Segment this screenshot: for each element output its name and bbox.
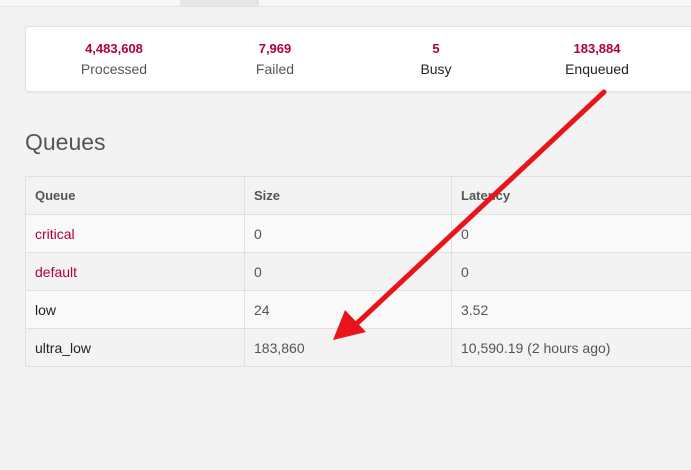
table-row: low 24 3.52	[25, 290, 691, 329]
queue-link-low[interactable]: low	[35, 302, 56, 318]
stat-failed-label: Failed	[255, 61, 295, 77]
queue-size-cell: 0	[244, 214, 452, 253]
queues-table: Queue Size Latency critical 0 0 default …	[25, 176, 691, 367]
stat-enqueued[interactable]: 183,884 Enqueued	[517, 40, 677, 80]
column-header-latency: Latency	[451, 176, 691, 215]
queue-size-cell: 0	[244, 252, 452, 291]
queue-size-cell: 24	[244, 290, 452, 329]
stat-busy[interactable]: 5 Busy	[356, 40, 516, 80]
stat-processed[interactable]: 4,483,608 Processed	[34, 40, 194, 80]
queue-size-cell: 183,860	[244, 328, 452, 367]
queue-latency-cell: 0	[451, 214, 691, 253]
stat-processed-count: 4,483,608	[85, 41, 143, 56]
stat-busy-label: Busy	[420, 61, 452, 77]
queue-name-cell: critical	[25, 214, 245, 253]
table-header-row: Queue Size Latency	[25, 176, 691, 215]
stat-busy-count: 5	[432, 41, 440, 56]
queue-latency-cell: 0	[451, 252, 691, 291]
table-row: ultra_low 183,860 10,590.19 (2 hours ago…	[25, 328, 691, 367]
queue-name-cell: default	[25, 252, 245, 291]
stats-summary-bar: 4,483,608 Processed 7,969 Failed 5 Busy …	[25, 26, 691, 92]
stat-enqueued-label: Enqueued	[565, 61, 629, 77]
queue-name-cell: ultra_low	[25, 328, 245, 367]
column-header-queue: Queue	[25, 176, 245, 215]
table-row: critical 0 0	[25, 214, 691, 253]
stat-failed-count: 7,969	[258, 41, 292, 56]
queue-latency-cell: 10,590.19 (2 hours ago)	[451, 328, 691, 367]
stat-failed[interactable]: 7,969 Failed	[195, 40, 355, 80]
column-header-size: Size	[244, 176, 452, 215]
stat-processed-label: Processed	[80, 61, 148, 77]
queue-latency-cell: 3.52	[451, 290, 691, 329]
stat-enqueued-count: 183,884	[573, 41, 621, 56]
top-nav-strip	[0, 0, 691, 7]
page-title: Queues	[25, 129, 106, 155]
queue-link-default[interactable]: default	[35, 264, 77, 280]
page: 4,483,608 Processed 7,969 Failed 5 Busy …	[0, 0, 691, 470]
queue-name-cell: low	[25, 290, 245, 329]
queue-link-critical[interactable]: critical	[35, 226, 75, 242]
queue-link-ultra-low[interactable]: ultra_low	[35, 340, 91, 356]
top-nav-active-tab[interactable]	[180, 0, 259, 6]
table-row: default 0 0	[25, 252, 691, 291]
